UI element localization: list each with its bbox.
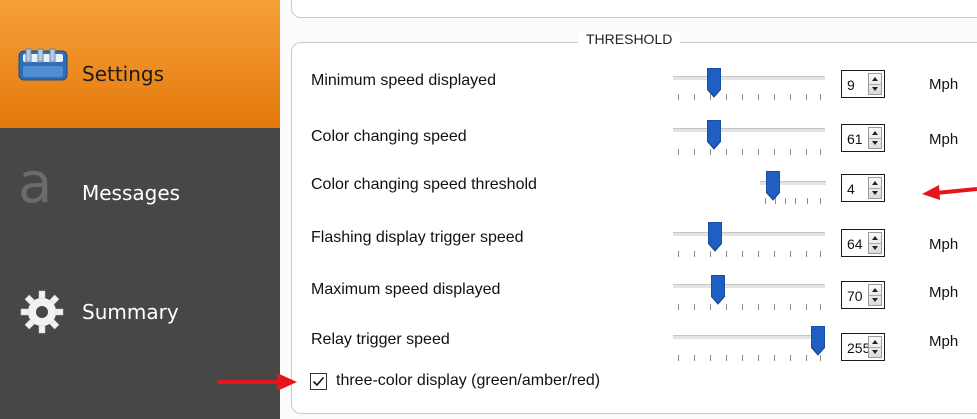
unit-label: Mph: [929, 236, 959, 253]
spin-down-icon[interactable]: [872, 298, 878, 302]
sidebar-item-settings[interactable]: Settings: [0, 0, 280, 128]
spin-up-icon[interactable]: [872, 288, 878, 292]
checkmark-icon: [312, 376, 325, 387]
spin-down-icon[interactable]: [872, 87, 878, 91]
sidebar-item-messages[interactable]: a Messages: [0, 128, 280, 256]
spin-buttons[interactable]: [868, 177, 882, 199]
sidebar: Settings a Messages Summary: [0, 0, 280, 419]
gear-icon: [20, 290, 64, 334]
slider-thumb[interactable]: [711, 275, 725, 305]
sidebar-item-label: Messages: [82, 181, 181, 205]
row-label-color-change-speed: Color changing speed: [311, 128, 467, 145]
messages-letter-a-icon: a: [18, 151, 53, 216]
relay-trigger-value[interactable]: 255: [847, 340, 870, 356]
unit-label: Mph: [929, 284, 959, 301]
max-speed-value[interactable]: 70: [847, 288, 863, 304]
threshold-group-title: THRESHOLD: [578, 31, 681, 47]
relay-trigger-spinbox[interactable]: 255: [841, 333, 885, 361]
color-change-threshold-spinbox[interactable]: 4: [841, 174, 885, 202]
spin-buttons[interactable]: [868, 284, 882, 306]
spin-down-icon[interactable]: [872, 350, 878, 354]
slider-thumb[interactable]: [707, 120, 721, 150]
unit-label: Mph: [929, 333, 959, 350]
row-label-max-speed: Maximum speed displayed: [311, 281, 501, 298]
spin-down-icon[interactable]: [872, 191, 878, 195]
spin-buttons[interactable]: [868, 73, 882, 95]
spin-up-icon[interactable]: [872, 77, 878, 81]
spin-buttons[interactable]: [868, 232, 882, 254]
spin-up-icon[interactable]: [872, 236, 878, 240]
spin-down-icon[interactable]: [872, 246, 878, 250]
flashing-trigger-spinbox[interactable]: 64: [841, 229, 885, 257]
sidebar-item-label: Settings: [82, 62, 165, 86]
slider-thumb[interactable]: [811, 326, 825, 356]
min-speed-value[interactable]: 9: [847, 77, 855, 93]
upper-panel: [291, 0, 977, 18]
spin-up-icon[interactable]: [872, 181, 878, 185]
settings-content: THRESHOLD Minimum speed displayed 9 Mph …: [280, 0, 977, 419]
color-change-threshold-value[interactable]: 4: [847, 181, 855, 197]
max-speed-spinbox[interactable]: 70: [841, 281, 885, 309]
sidebar-item-label: Summary: [82, 300, 179, 324]
sidebar-item-summary[interactable]: Summary: [0, 256, 280, 386]
color-change-speed-value[interactable]: 61: [847, 131, 863, 147]
spin-buttons[interactable]: [868, 336, 882, 358]
row-label-relay-trigger: Relay trigger speed: [311, 331, 450, 348]
min-speed-spinbox[interactable]: 9: [841, 70, 885, 98]
slider-thumb[interactable]: [708, 222, 722, 252]
annotation-arrow-icon: [922, 185, 977, 200]
flashing-trigger-value[interactable]: 64: [847, 236, 863, 252]
spin-up-icon[interactable]: [872, 131, 878, 135]
row-label-min-speed: Minimum speed displayed: [311, 72, 496, 89]
slider-thumb[interactable]: [707, 68, 721, 98]
three-color-checkbox-label[interactable]: three-color display (green/amber/red): [336, 372, 600, 390]
spin-buttons[interactable]: [868, 127, 882, 149]
unit-label: Mph: [929, 76, 959, 93]
slider-thumb[interactable]: [766, 171, 780, 201]
three-color-checkbox[interactable]: [310, 373, 327, 390]
row-label-flashing-trigger: Flashing display trigger speed: [311, 229, 524, 246]
annotation-arrow-icon: [217, 373, 297, 391]
spin-down-icon[interactable]: [872, 141, 878, 145]
unit-label: Mph: [929, 131, 959, 148]
spin-up-icon[interactable]: [872, 340, 878, 344]
color-change-speed-spinbox[interactable]: 61: [841, 124, 885, 152]
row-label-color-change-threshold: Color changing speed threshold: [311, 176, 537, 193]
settings-dashboard-icon: [18, 48, 68, 81]
